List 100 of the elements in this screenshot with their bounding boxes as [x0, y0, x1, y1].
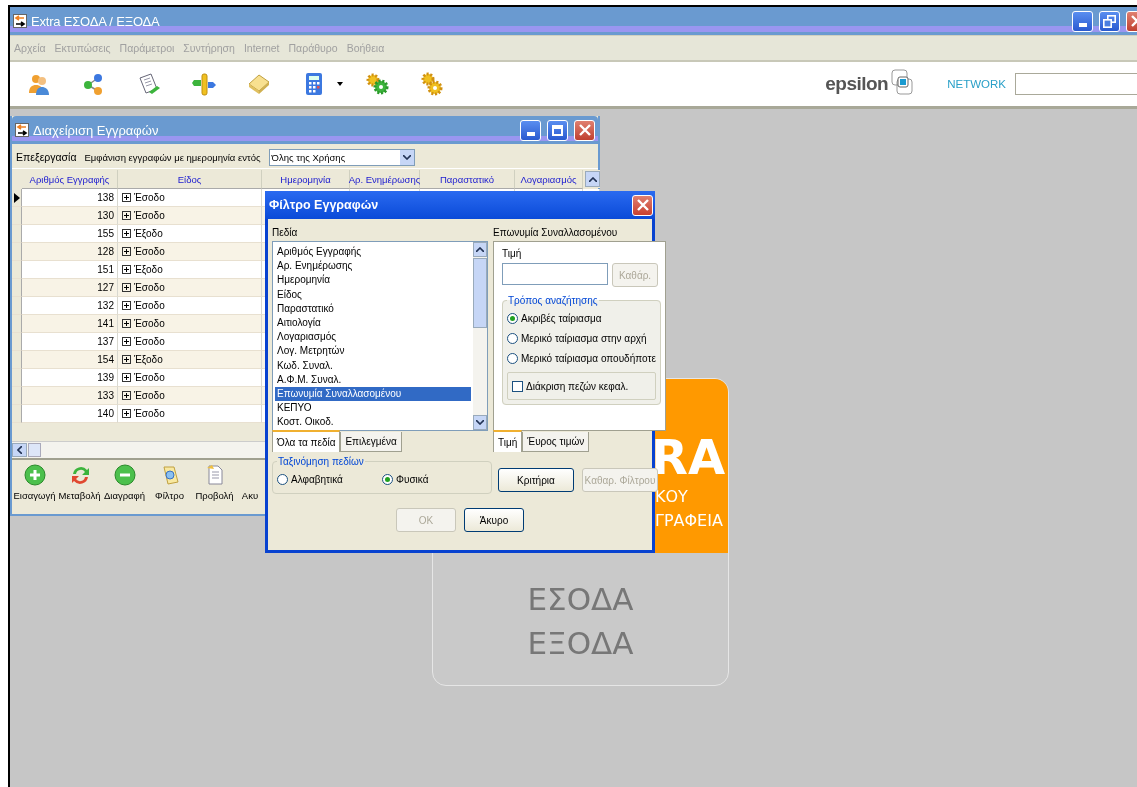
radio-button[interactable]: Μερικό ταίριασμα οπουδήποτε: [507, 348, 656, 368]
list-item[interactable]: Αιτιολογία: [275, 315, 471, 331]
column-header[interactable]: Αριθμός Εγγραφής: [22, 170, 118, 189]
list-item[interactable]: Κοστ. Οικοδ.: [275, 415, 471, 430]
list-item[interactable]: Αρ. Ενημέρωσης: [275, 259, 471, 274]
toolbar-button[interactable]: Διαγραφή: [102, 464, 147, 501]
product-title: ΕΣΟΔΑ: [527, 580, 634, 619]
gears-icon[interactable]: [420, 72, 444, 96]
document-pen-icon[interactable]: [137, 72, 161, 96]
restore-icon: [1103, 14, 1116, 28]
checkbox-indicator[interactable]: [512, 380, 523, 392]
toolbar-button[interactable]: Φίλτρο: [147, 464, 192, 501]
people-icon[interactable]: [27, 72, 51, 96]
radio-indicator[interactable]: [507, 332, 518, 344]
search-field[interactable]: [1015, 73, 1137, 95]
close-icon: [635, 198, 650, 212]
product-title: ΕΞΟΔΑ: [527, 624, 634, 663]
plus-circle-icon: [23, 464, 46, 486]
toolbar-button[interactable]: Ακυ: [239, 464, 261, 501]
chevron-down-icon: [476, 420, 484, 425]
action-button[interactable]: Κριτήρια: [498, 468, 574, 492]
maximize-button[interactable]: [547, 119, 568, 141]
dialog-button[interactable]: Άκυρο: [464, 508, 524, 532]
chevron-up-icon: [588, 176, 597, 182]
list-item[interactable]: Επωνυμία Συναλλασομένου: [275, 386, 471, 402]
tab[interactable]: Τιμή: [493, 430, 523, 452]
tab[interactable]: Επιλεγμένα: [340, 432, 402, 452]
kind-text: Έσοδο: [134, 408, 165, 419]
minimize-icon: [1078, 23, 1087, 27]
list-item[interactable]: Λογ. Μετρητών: [275, 344, 471, 359]
radio-button[interactable]: Ακριβές ταίριασμα: [507, 308, 656, 328]
list-item[interactable]: ΚΕΠΥΟ: [275, 401, 471, 416]
table-cell: 151: [22, 261, 118, 279]
list-item[interactable]: Α.Φ.Μ. Συναλ.: [275, 372, 471, 387]
list-item[interactable]: Είδος: [275, 287, 471, 302]
restore-button[interactable]: [1099, 10, 1120, 32]
minimize-icon: [526, 132, 535, 136]
toolbar-button[interactable]: Προβολή: [192, 464, 237, 501]
chevron-up-icon: [476, 247, 484, 252]
minimize-button[interactable]: [520, 119, 541, 141]
kind-text: Έσοδο: [134, 336, 165, 347]
kind-text: Έσοδο: [134, 372, 165, 383]
column-header[interactable]: Λογαριασμός: [515, 170, 583, 189]
toolbar-button[interactable]: Μεταβολή: [57, 464, 102, 501]
scroll-thumb[interactable]: [28, 443, 41, 457]
close-button[interactable]: [574, 119, 595, 141]
dialog-title: Φίλτρο Εγγραφών: [269, 198, 380, 212]
chevron-left-icon: [17, 446, 22, 454]
arrows-icon: [15, 123, 29, 137]
kind-text: Έσοδο: [134, 282, 165, 293]
tab[interactable]: Έυρος τιμών: [522, 432, 590, 452]
list-item[interactable]: Παραστατικό: [275, 301, 471, 316]
kind-text: Έξοδο: [134, 228, 163, 239]
radio-indicator[interactable]: [277, 473, 288, 485]
gears-icon[interactable]: [365, 72, 389, 96]
minimize-button[interactable]: [1072, 10, 1093, 32]
close-button[interactable]: [632, 194, 653, 216]
group-label: Τρόπος αναζήτησης: [507, 295, 599, 306]
kind-text: Έξοδο: [134, 264, 163, 275]
kind-text: Έσοδο: [134, 300, 165, 311]
list-item[interactable]: Κωδ. Συναλ.: [275, 358, 471, 373]
column-header[interactable]: Είδος: [118, 170, 262, 189]
radio-button[interactable]: Αλφαβητικά: [277, 469, 382, 489]
table-cell: 132: [22, 297, 118, 315]
scroll-thumb[interactable]: [473, 258, 487, 328]
value-field[interactable]: [502, 263, 608, 285]
kind-text: Έσοδο: [134, 390, 165, 401]
list-item[interactable]: Λογαριασμός: [275, 330, 471, 345]
table-cell: 140: [22, 405, 118, 423]
scroll-down-button[interactable]: [473, 415, 487, 430]
field-label: Επωνυμία Συναλλασομένου: [493, 226, 618, 238]
window-title: Extra ΕΣΟΔΑ / ΕΞΟΔΑ: [31, 13, 160, 29]
chevron-down-icon: [402, 154, 411, 160]
banner-text: ΓΡΑΦΕΙΑ: [655, 510, 723, 532]
scroll-up-button[interactable]: [473, 242, 487, 257]
list-item[interactable]: Ημερομηνία: [275, 273, 471, 288]
radio-button[interactable]: Μερικό ταίριασμα στην αρχή: [507, 328, 656, 348]
scroll-up-button[interactable]: [585, 171, 600, 187]
tab[interactable]: Όλα τα πεδία: [272, 430, 341, 452]
column-header[interactable]: Παραστατικό: [420, 170, 515, 189]
radio-indicator[interactable]: [507, 352, 518, 364]
toolbar-button[interactable]: Εισαγωγή: [12, 464, 57, 501]
brand-name: epsilon: [825, 73, 889, 95]
menu-item[interactable]: Επεξεργασία: [16, 151, 77, 163]
table-cell: 155: [22, 225, 118, 243]
signpost-icon[interactable]: [192, 72, 216, 96]
close-icon: [578, 124, 591, 136]
column-header[interactable]: Αρ. Ενημέρωσης: [350, 170, 420, 189]
scroll-left-button[interactable]: [12, 443, 27, 457]
radio-button[interactable]: Φυσικά: [382, 469, 487, 489]
kind-text: Έσοδο: [134, 192, 165, 203]
date-range-dropdown[interactable]: Όλης της Χρήσης: [268, 148, 415, 166]
column-header[interactable]: Ημερομηνία: [262, 170, 350, 189]
table-cell: 127: [22, 279, 118, 297]
list-item[interactable]: Αριθμός Εγγραφής: [275, 245, 471, 260]
radio-indicator[interactable]: [507, 312, 518, 324]
table-cell: 138: [22, 189, 118, 207]
caret-icon[interactable]: [337, 82, 343, 86]
radio-indicator[interactable]: [382, 473, 393, 485]
banner-text: ΚΟΥ: [655, 486, 688, 508]
